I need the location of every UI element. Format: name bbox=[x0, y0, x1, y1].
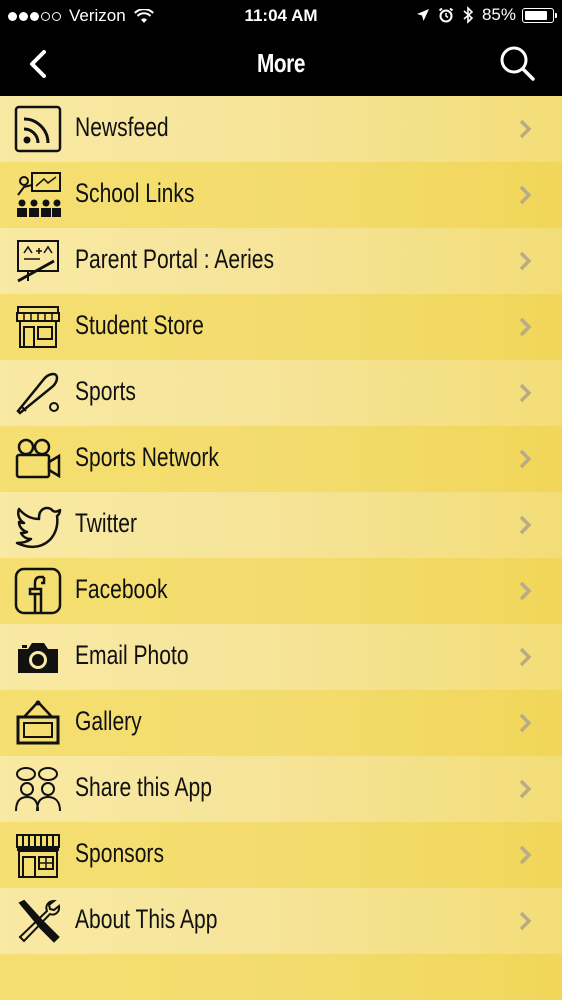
chevron-right-icon bbox=[519, 779, 532, 799]
menu-item-label: Student Store bbox=[75, 310, 204, 340]
twitter-bird-icon bbox=[14, 501, 62, 549]
menu-item-about-this-app[interactable]: About This App bbox=[0, 888, 562, 954]
chevron-right-icon bbox=[519, 845, 532, 865]
menu-item-sports-network[interactable]: Sports Network bbox=[0, 426, 562, 492]
menu-item-gallery[interactable]: Gallery bbox=[0, 690, 562, 756]
people-chat-icon bbox=[14, 765, 62, 813]
chevron-right-icon bbox=[519, 911, 532, 931]
chevron-right-icon bbox=[519, 581, 532, 601]
status-right: 85% bbox=[408, 5, 557, 25]
search-icon[interactable] bbox=[498, 44, 536, 82]
menu-item-student-store[interactable]: Student Store bbox=[0, 294, 562, 360]
menu-list: Newsfeed School Links Parent Portal: Ae… bbox=[0, 96, 562, 1000]
menu-item-label: Parent Portal : Aeries bbox=[75, 244, 275, 274]
menu-item-label: Sponsors bbox=[75, 838, 164, 868]
video-camera-icon bbox=[14, 435, 62, 483]
battery-level-fill bbox=[525, 10, 548, 20]
battery-percent: 85% bbox=[481, 5, 516, 24]
battery-icon bbox=[522, 7, 557, 23]
chevron-right-icon bbox=[519, 185, 532, 205]
camera-icon bbox=[14, 633, 62, 681]
menu-item-sports[interactable]: Sports bbox=[0, 360, 562, 426]
facebook-icon bbox=[14, 567, 62, 615]
menu-item-school-links[interactable]: School Links bbox=[0, 162, 562, 228]
location-arrow-icon bbox=[416, 9, 429, 21]
chalkboard-math-icon bbox=[14, 237, 62, 285]
storefront-icon bbox=[14, 303, 62, 351]
menu-item-email-photo[interactable]: Email Photo bbox=[0, 624, 562, 690]
menu-item-label: Share this App bbox=[75, 772, 212, 802]
menu-item-label: Twitter bbox=[75, 508, 138, 538]
menu-item-parent-portal[interactable]: Parent Portal : Aeries bbox=[0, 228, 562, 294]
menu-item-label: Gallery bbox=[75, 706, 142, 736]
menu-item-label: Email Photo bbox=[75, 640, 189, 670]
app-screen: Verizon 11:04 AM 85% More Newsfeed Schoo… bbox=[0, 0, 562, 1000]
navigation-bar: More bbox=[0, 32, 562, 96]
classroom-icon bbox=[14, 171, 62, 219]
menu-item-newsfeed[interactable]: Newsfeed bbox=[0, 96, 562, 162]
bluetooth-icon bbox=[463, 6, 474, 24]
menu-item-label: About This App bbox=[75, 904, 218, 934]
menu-item-sponsors[interactable]: Sponsors bbox=[0, 822, 562, 888]
chevron-right-icon bbox=[519, 515, 532, 535]
menu-item-label: Newsfeed bbox=[75, 112, 169, 142]
menu-item-label: Sports bbox=[75, 376, 136, 406]
chevron-right-icon bbox=[519, 383, 532, 403]
chevron-right-icon bbox=[519, 713, 532, 733]
status-bar: Verizon 11:04 AM 85% bbox=[0, 0, 562, 32]
tools-icon bbox=[14, 897, 62, 945]
chevron-right-icon bbox=[519, 119, 532, 139]
chevron-right-icon bbox=[519, 647, 532, 667]
menu-item-label: Sports Network bbox=[75, 442, 219, 472]
alarm-clock-icon bbox=[438, 7, 454, 23]
chevron-right-icon bbox=[519, 449, 532, 469]
baseball-bat-icon bbox=[14, 369, 62, 417]
rss-icon bbox=[14, 105, 62, 153]
chevron-left-icon[interactable] bbox=[24, 46, 54, 82]
menu-item-share-this-app[interactable]: Share this App bbox=[0, 756, 562, 822]
chevron-right-icon bbox=[519, 251, 532, 271]
shop-awning-icon bbox=[14, 831, 62, 879]
chevron-right-icon bbox=[519, 317, 532, 337]
page-title: More bbox=[256, 48, 306, 78]
list-empty-row bbox=[0, 954, 562, 1000]
menu-item-facebook[interactable]: Facebook bbox=[0, 558, 562, 624]
menu-item-label: Facebook bbox=[75, 574, 168, 604]
menu-item-twitter[interactable]: Twitter bbox=[0, 492, 562, 558]
picture-frame-icon bbox=[14, 699, 62, 747]
menu-item-label: School Links bbox=[75, 178, 195, 208]
